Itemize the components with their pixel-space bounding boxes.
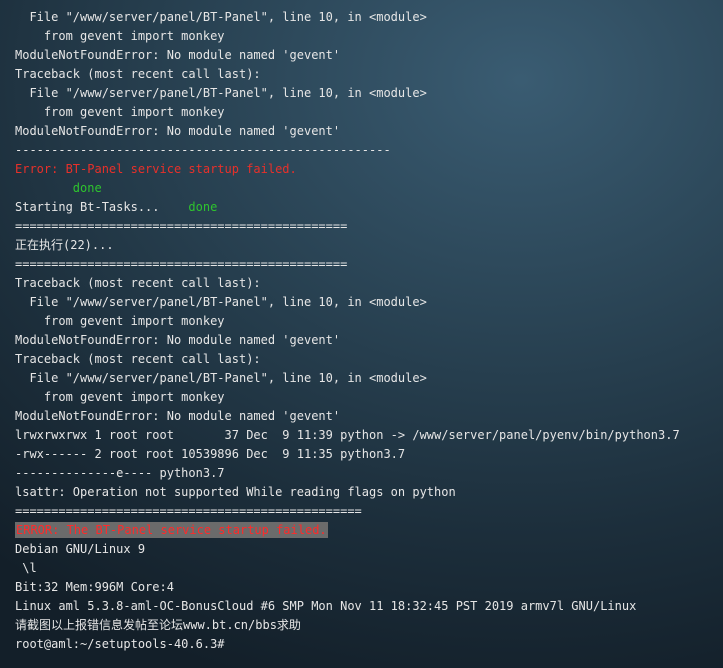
terminal-line: File "/www/server/panel/BT-Panel", line … xyxy=(15,295,427,309)
terminal-line: done xyxy=(15,181,102,195)
terminal-line: Traceback (most recent call last): xyxy=(15,276,261,290)
terminal-line: 请截图以上报错信息发帖至论坛www.bt.cn/bbs求助 xyxy=(15,618,301,632)
terminal-line: Starting Bt-Tasks... done xyxy=(15,198,715,217)
terminal-line: from gevent import monkey xyxy=(15,314,225,328)
terminal-line: ModuleNotFoundError: No module named 'ge… xyxy=(15,48,341,62)
terminal-line: Traceback (most recent call last): xyxy=(15,67,261,81)
terminal-line: from gevent import monkey xyxy=(15,390,225,404)
terminal-line: lsattr: Operation not supported While re… xyxy=(15,485,456,499)
status-done: done xyxy=(188,200,218,214)
terminal-line: ModuleNotFoundError: No module named 'ge… xyxy=(15,124,341,138)
terminal-line: 正在执行(22)... xyxy=(15,238,114,252)
terminal-line: ERROR: The BT-Panel service startup fail… xyxy=(15,521,715,540)
terminal-line: Debian GNU/Linux 9 xyxy=(15,542,146,556)
terminal-line: \l xyxy=(15,561,37,575)
terminal-line: ========================================… xyxy=(15,504,362,518)
terminal-line: Linux aml 5.3.8-aml-OC-BonusCloud #6 SMP… xyxy=(15,599,637,613)
terminal-line: --------------e---- python3.7 xyxy=(15,466,225,480)
terminal-line: -rwx------ 2 root root 10539896 Dec 9 11… xyxy=(15,447,406,461)
terminal-line: File "/www/server/panel/BT-Panel", line … xyxy=(15,86,427,100)
terminal-line: Error: BT-Panel service startup failed. xyxy=(15,162,297,176)
terminal-line: lrwxrwxrwx 1 root root 37 Dec 9 11:39 py… xyxy=(15,428,680,442)
line-text: Starting Bt-Tasks... xyxy=(15,200,189,214)
terminal-line: File "/www/server/panel/BT-Panel", line … xyxy=(15,10,427,24)
terminal-line: ModuleNotFoundError: No module named 'ge… xyxy=(15,333,341,347)
terminal-output[interactable]: File "/www/server/panel/BT-Panel", line … xyxy=(15,8,715,654)
shell-prompt: root@aml:~/setuptools-40.6.3# xyxy=(15,637,225,651)
terminal-line: ModuleNotFoundError: No module named 'ge… xyxy=(15,409,341,423)
terminal-line: from gevent import monkey xyxy=(15,29,225,43)
terminal-line: ========================================… xyxy=(15,219,348,233)
terminal-line: Traceback (most recent call last): xyxy=(15,352,261,366)
terminal-line: Bit:32 Mem:996M Core:4 xyxy=(15,580,174,594)
terminal-line: ----------------------------------------… xyxy=(15,143,391,157)
terminal-line: from gevent import monkey xyxy=(15,105,225,119)
terminal-line: File "/www/server/panel/BT-Panel", line … xyxy=(15,371,427,385)
terminal-line: ========================================… xyxy=(15,257,348,271)
error-highlight: ERROR: The BT-Panel service startup fail… xyxy=(15,522,328,538)
